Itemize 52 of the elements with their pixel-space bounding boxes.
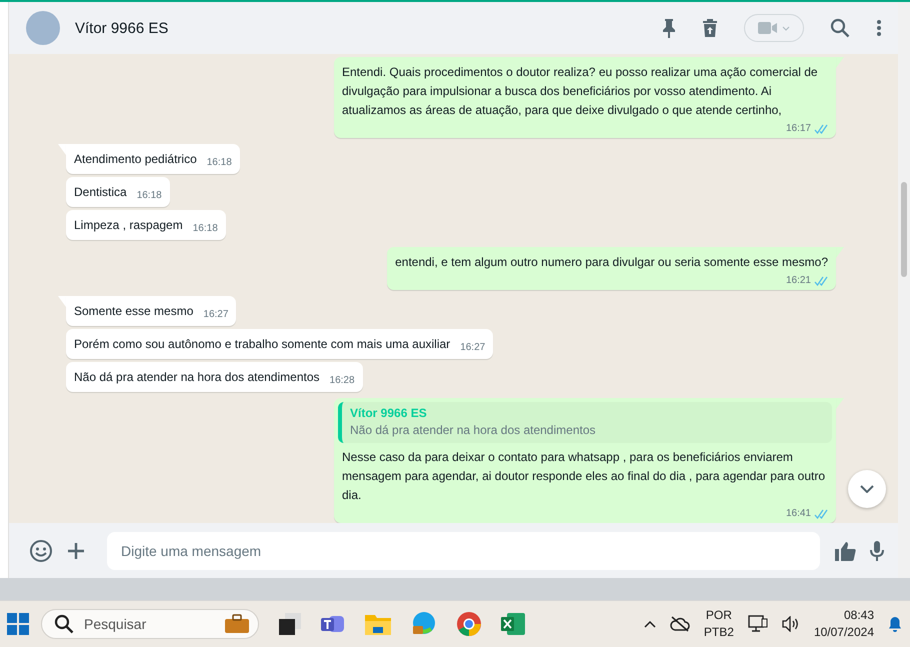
message-input[interactable]: Digite uma mensagem [107,532,820,570]
chrome-icon[interactable] [457,612,481,636]
message-time: 16:18 [192,222,218,236]
message-text: Nesse caso da para deixar o contato para whatsapp , para os beneficiários enviarem mensagem para agendar, ai doutor responde eles ao final do dia , para agendar para outro dia. [342,450,826,502]
keyboard-language[interactable]: POR PTB2 [704,607,734,641]
message-time: 16:28 [330,374,355,388]
message-time: 16:41 [786,507,811,521]
teams-icon[interactable] [321,613,345,635]
thumbs-up-icon[interactable] [834,540,856,560]
volume-icon[interactable] [782,616,800,632]
cloud-off-icon[interactable] [670,616,690,632]
clock[interactable]: 08:43 10/07/2024 [814,607,874,641]
quoted-message[interactable]: Vítor 9966 ES Não dá pra atender na hora dos atendimentos [338,402,832,443]
message-time: 16:17 [786,122,811,136]
browser-icon[interactable] [411,611,437,637]
pin-icon[interactable] [662,18,676,38]
microphone-icon[interactable] [870,540,884,562]
message-text: Não dá pra atender na hora dos atendimentos [74,370,320,384]
message-time: 16:21 [786,274,811,288]
search-icon [54,614,74,634]
menu-icon[interactable] [876,19,882,37]
chevron-up-icon[interactable] [644,620,656,628]
trash-icon[interactable] [702,18,718,38]
message-text: Somente esse mesmo [74,304,194,318]
task-view-icon[interactable] [279,613,301,635]
message-time: 16:18 [136,189,162,204]
message-text: entendi, e tem algum outro numero para divulgar ou seria somente esse mesmo? [395,254,828,268]
briefcase-icon [224,614,250,634]
message-text: Dentistica [74,185,127,200]
scrollbar[interactable] [898,2,910,578]
network-icon[interactable] [748,615,768,633]
message-text: Porém como sou autônomo e trabalho somente com mais uma auxiliar [74,336,450,351]
plus-icon[interactable] [67,542,85,560]
caret-icon [782,26,790,30]
emoji-icon[interactable] [29,538,53,562]
search-icon[interactable] [830,18,850,38]
quoted-text: Não dá pra atender na hora dos atendimentos [350,422,597,439]
message-time: 16:27 [203,308,228,322]
folder-icon[interactable] [365,613,391,635]
taskbar-search-field[interactable]: Pesquisar [41,609,259,639]
video-camera-icon [758,22,778,34]
notification-bell-icon[interactable] [888,616,902,632]
chevron-down-icon [860,485,874,493]
message-time: 16:18 [206,156,232,170]
windows-start-icon[interactable] [7,613,29,635]
search-placeholder: Pesquisar [84,616,148,632]
spreadsheet-icon[interactable] [501,613,525,635]
message-text: Entendi. Quais procedimentos o doutor realiza? eu posso realizar uma ação comercial de divulgação para impulsionar a busca dos beneficiários por vosso atendimento. Ai atualizamos as áreas de atuação, para que deixe divulgado o que atende certinho, [342,65,819,117]
message-text: Limpeza , raspagem [74,218,183,232]
quoted-author: Vítor 9966 ES [350,405,428,422]
message-time: 16:27 [460,340,486,355]
message-text: Atendimento pediátrico [74,152,197,166]
